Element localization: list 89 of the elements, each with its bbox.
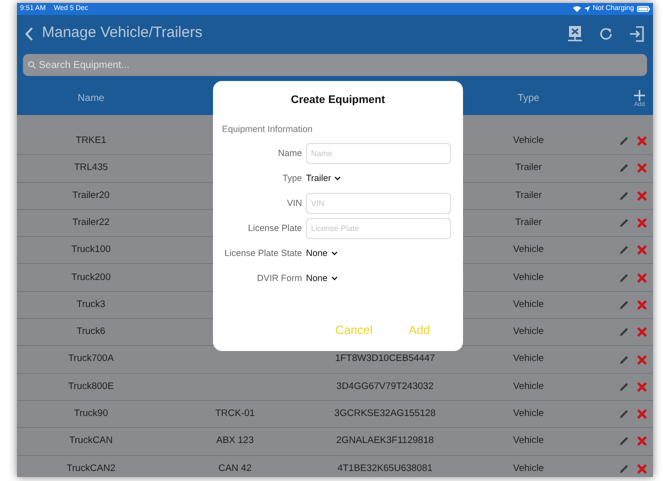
delete-icon[interactable] bbox=[637, 354, 647, 365]
pencil-icon[interactable] bbox=[619, 136, 629, 146]
table-cell: 4T1BE32K65U638081 bbox=[337, 462, 433, 476]
table-cell: Vehicle bbox=[513, 243, 544, 258]
pencil-icon[interactable] bbox=[619, 218, 629, 228]
table-cell-text: Truck90 bbox=[74, 406, 108, 421]
pencil-icon[interactable] bbox=[619, 272, 629, 283]
table-cell-text: Trailer22 bbox=[72, 216, 110, 230]
table-cell-text: TRL435 bbox=[74, 161, 108, 176]
table-cell: 3D4GG67V79T243032 bbox=[336, 380, 434, 394]
table-cell-text: Trailer bbox=[515, 216, 542, 230]
table-cell-text: ABX 123 bbox=[216, 434, 254, 448]
table-cell: Truck6 bbox=[76, 325, 106, 340]
table-cell: TRKE1 bbox=[76, 134, 106, 148]
delete-icon[interactable] bbox=[637, 300, 647, 310]
table-cell-text: TRCK-01 bbox=[215, 406, 255, 421]
dialog-title: Create Equipment bbox=[290, 93, 386, 108]
back-button[interactable]: Manage Vehicle/Trailers bbox=[25, 22, 202, 45]
delete-icon[interactable] bbox=[637, 163, 647, 174]
table-cell-text: Vehicle bbox=[513, 270, 544, 284]
wifi-icon bbox=[572, 6, 581, 12]
pencil-icon[interactable] bbox=[619, 190, 629, 201]
delete-icon[interactable] bbox=[637, 136, 647, 146]
pencil-icon[interactable] bbox=[619, 163, 629, 174]
refresh-icon[interactable] bbox=[599, 26, 613, 40]
search-field[interactable]: Search Equipment... bbox=[23, 54, 647, 76]
pencil-icon[interactable] bbox=[619, 354, 629, 365]
pencil-icon[interactable] bbox=[619, 409, 629, 420]
search-icon bbox=[28, 61, 36, 69]
table-cell-text: Truck3 bbox=[76, 298, 106, 312]
delete-icon[interactable] bbox=[637, 272, 647, 283]
column-header: Name bbox=[78, 92, 104, 106]
table-cell: Vehicle bbox=[513, 380, 544, 394]
delete-icon[interactable] bbox=[637, 382, 647, 392]
text-field[interactable]: Name bbox=[306, 143, 451, 164]
table-cell: CAN 42 bbox=[218, 462, 252, 476]
table-cell-text: Vehicle bbox=[513, 434, 544, 448]
field-label: Name bbox=[276, 146, 303, 160]
table-cell: Vehicle bbox=[513, 462, 544, 476]
table-cell-text: 3GCRKSE32AG155128 bbox=[334, 406, 436, 421]
delete-icon[interactable] bbox=[637, 190, 647, 201]
section-heading: Equipment Information bbox=[222, 122, 314, 136]
field-label: Type bbox=[281, 172, 303, 185]
text-field[interactable]: License Plate bbox=[306, 218, 451, 239]
table-cell: Vehicle bbox=[513, 325, 544, 340]
delete-icon[interactable] bbox=[637, 245, 647, 256]
field-label: License Plate bbox=[246, 222, 303, 235]
table-cell-text: Vehicle bbox=[513, 406, 544, 421]
battery-icon bbox=[637, 6, 650, 12]
column-header: Type bbox=[518, 92, 540, 106]
dropdown[interactable]: None bbox=[306, 246, 338, 260]
chevron-down-icon bbox=[330, 276, 338, 281]
table-cell: Trailer bbox=[515, 188, 542, 203]
delete-icon[interactable] bbox=[637, 327, 647, 338]
location-arrow-icon bbox=[584, 6, 590, 12]
table-cell-text: Truck200 bbox=[71, 270, 111, 284]
table-cell: Vehicle bbox=[513, 134, 544, 148]
text-field[interactable]: VIN bbox=[306, 193, 451, 214]
table-cell-text: Trailer bbox=[515, 161, 542, 176]
table-cell: Truck100 bbox=[71, 243, 111, 258]
table-cell: Trailer20 bbox=[72, 188, 110, 203]
pencil-icon[interactable] bbox=[619, 382, 629, 392]
pencil-icon[interactable] bbox=[619, 245, 629, 256]
table-cell: TruckCAN2 bbox=[66, 462, 116, 476]
back-chevron-icon bbox=[25, 26, 34, 40]
table-cell-text: TruckCAN bbox=[69, 434, 113, 448]
delete-icon[interactable] bbox=[637, 436, 647, 446]
table-cell-text: 2GNALAEK3F1129818 bbox=[336, 434, 434, 448]
chevron-down-icon bbox=[334, 176, 342, 181]
chevron-down-icon bbox=[330, 251, 338, 256]
pencil-icon[interactable] bbox=[619, 327, 629, 338]
field-label: VIN bbox=[286, 196, 303, 210]
field-label: DVIR Form bbox=[256, 272, 303, 285]
field-label: License Plate State bbox=[223, 246, 303, 260]
device-disconnect-icon[interactable] bbox=[567, 25, 583, 42]
delete-icon[interactable] bbox=[637, 409, 647, 420]
logout-icon[interactable] bbox=[629, 26, 645, 42]
pencil-icon[interactable] bbox=[619, 436, 629, 446]
pencil-icon[interactable] bbox=[619, 464, 629, 474]
delete-icon[interactable] bbox=[637, 464, 647, 474]
table-cell: Truck800E bbox=[68, 380, 114, 394]
delete-icon[interactable] bbox=[637, 218, 647, 228]
dropdown[interactable]: None bbox=[306, 272, 338, 286]
table-cell-text: 1FT8W3D10CEB54447 bbox=[335, 352, 435, 366]
table-cell-text: Vehicle bbox=[513, 352, 544, 366]
table-cell-text: Vehicle bbox=[513, 298, 544, 312]
pencil-icon[interactable] bbox=[619, 300, 629, 310]
dropdown[interactable]: Trailer bbox=[306, 172, 342, 186]
table-cell-text: Truck700A bbox=[68, 352, 114, 366]
